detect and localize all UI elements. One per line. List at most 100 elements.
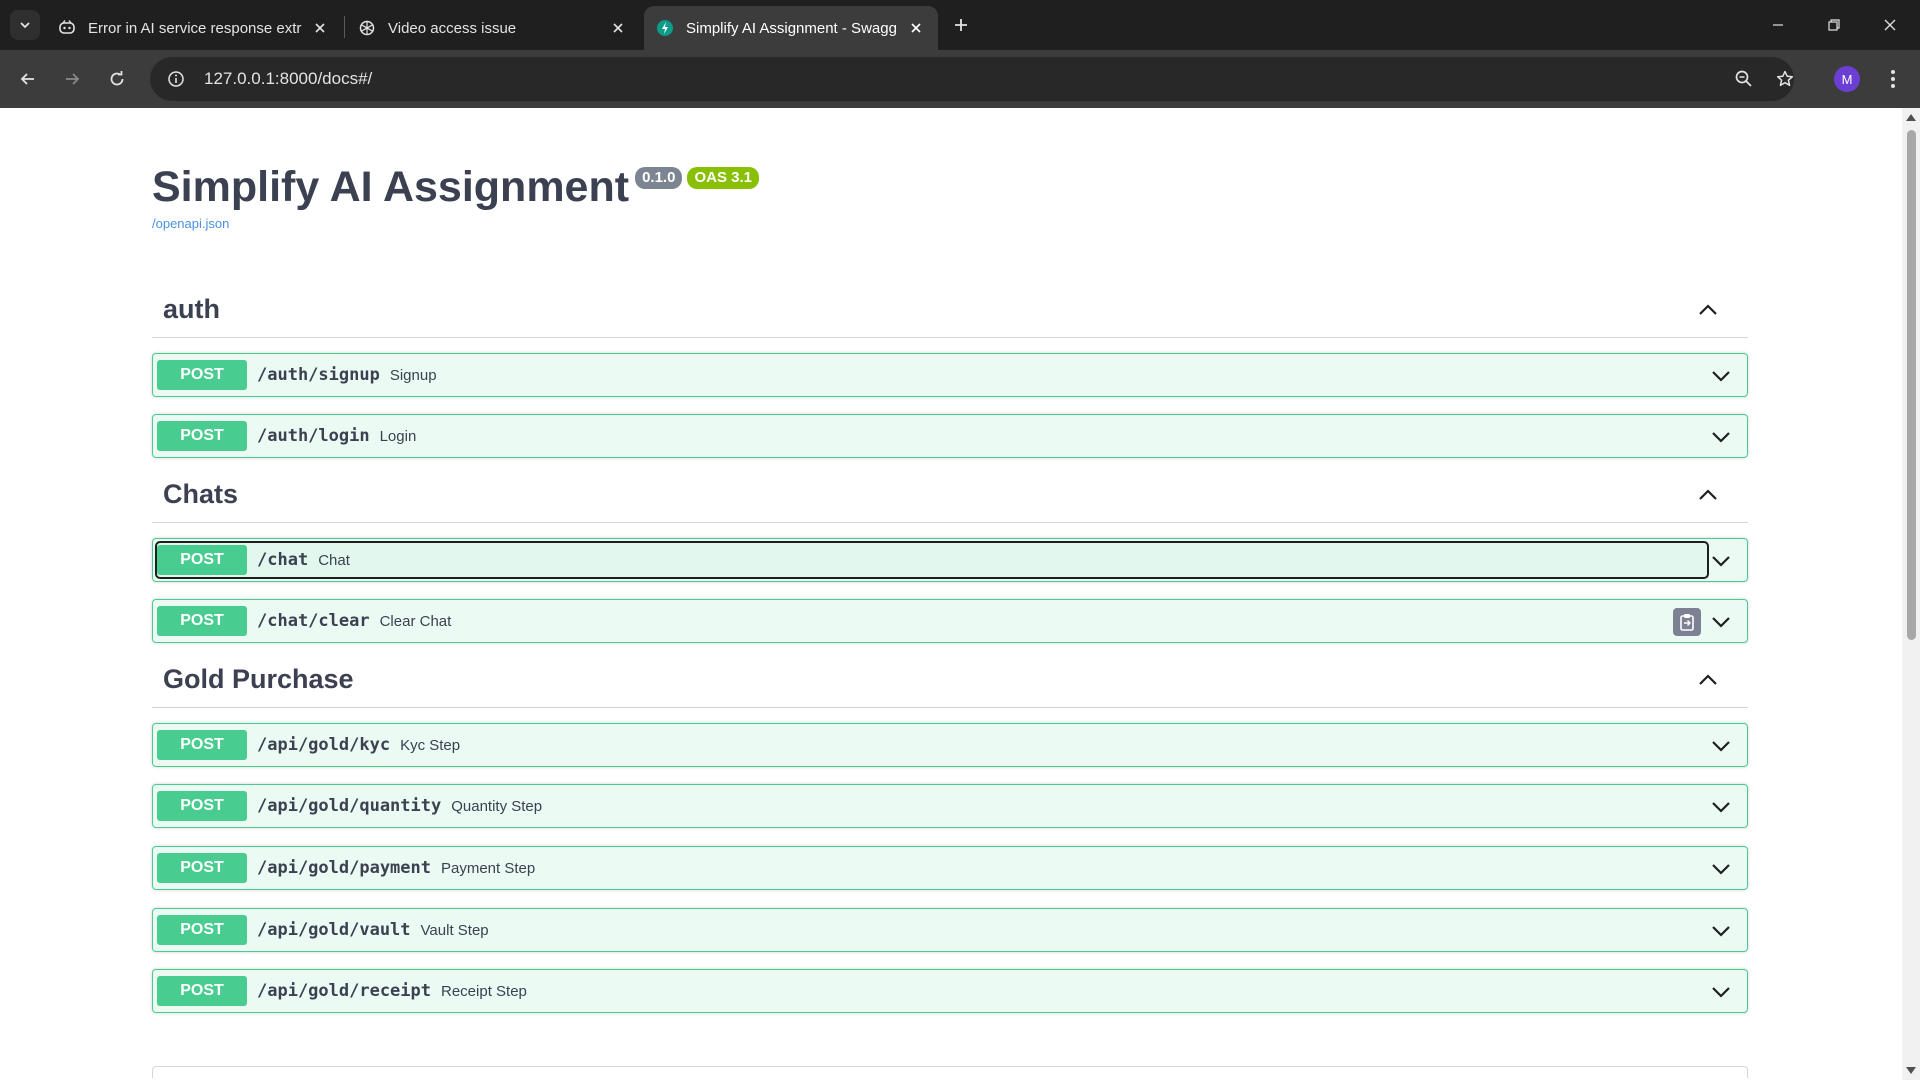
chevron-down-icon[interactable] [1709,795,1733,819]
tab-video-access[interactable]: Video access issue [346,6,640,50]
close-window-button[interactable] [1862,0,1918,50]
operation-gold-receipt[interactable]: POST /api/gold/receipt Receipt Step [152,969,1748,1013]
tab-swagger-docs[interactable]: Simplify AI Assignment - Swagg [644,6,938,50]
chevron-up-icon[interactable] [1696,668,1720,692]
tab-error-ai-service[interactable]: Error in AI service response extr [46,6,342,50]
page-scrollbar[interactable] [1902,108,1920,1080]
operation-summary-text: Receipt Step [441,982,527,1000]
operation-path: /api/gold/vault [257,920,411,940]
chevron-down-icon[interactable] [1709,425,1733,449]
swagger-page: Simplify AI Assignment 0.1.0 OAS 3.1 /op… [0,108,1902,1078]
operation-path: /chat [257,550,309,570]
tab-title: Video access issue [388,19,517,37]
new-tab-button[interactable] [948,12,974,38]
tag-header-gold-purchase[interactable]: Gold Purchase [152,652,1748,708]
operation-summary-text: Quantity Step [451,797,543,815]
chevron-down-icon[interactable] [1709,980,1733,1004]
operation-gold-payment[interactable]: POST /api/gold/payment Payment Step [152,846,1748,890]
method-badge: POST [157,791,247,821]
scroll-up-arrow[interactable] [1906,114,1916,121]
operation-summary-text: Login [379,427,417,445]
site-info-icon[interactable] [154,57,198,101]
scroll-thumb[interactable] [1907,130,1916,640]
scroll-down-arrow[interactable] [1906,1067,1916,1074]
minimize-button[interactable] [1750,0,1806,50]
tag-name: Chats [163,479,239,509]
operation-chat-clear[interactable]: POST /chat/clear Clear Chat [152,599,1748,643]
more-vert-icon [1891,70,1895,88]
tag-section-chats: Chats [152,467,1748,523]
tab-search-button[interactable] [10,10,40,40]
operation-summary[interactable]: POST /api/gold/quantity Quantity Step [157,789,1707,823]
tag-section-auth: auth [152,282,1748,338]
chevron-up-icon[interactable] [1696,298,1720,322]
operation-gold-kyc[interactable]: POST /api/gold/kyc Kyc Step [152,723,1748,767]
version-badge: 0.1.0 [635,167,683,189]
address-bar[interactable]: 127.0.0.1:8000/docs#/ [150,57,1794,101]
back-button[interactable] [12,63,44,95]
chevron-down-icon[interactable] [1709,919,1733,943]
method-badge: POST [157,730,247,760]
operation-summary[interactable]: POST /auth/signup Signup [157,358,1707,392]
chevron-down-icon[interactable] [1709,857,1733,881]
more-menu-button[interactable] [1878,64,1908,94]
api-title: Simplify AI Assignment [152,163,630,211]
operation-auth-signup[interactable]: POST /auth/signup Signup [152,353,1748,397]
method-badge: POST [157,976,247,1006]
clipboard-icon [1680,614,1694,631]
chevron-down-icon[interactable] [1709,610,1733,634]
operation-auth-login[interactable]: POST /auth/login Login [152,414,1748,458]
operation-summary-text: Signup [389,366,437,384]
tag-header-auth[interactable]: auth [152,282,1748,338]
reload-icon [110,71,124,86]
method-badge: POST [157,606,247,636]
method-badge: POST [157,853,247,883]
operation-chat[interactable]: POST /chat Chat [152,538,1748,582]
operation-summary-text: Clear Chat [379,612,452,630]
operation-gold-quantity[interactable]: POST /api/gold/quantity Quantity Step [152,784,1748,828]
close-icon[interactable] [310,18,330,38]
tag-name: auth [163,294,220,324]
chevron-up-icon[interactable] [1696,483,1720,507]
operation-summary[interactable]: POST /api/gold/receipt Receipt Step [157,974,1707,1008]
restore-button[interactable] [1806,0,1862,50]
chevron-down-icon[interactable] [1709,364,1733,388]
chevron-down-icon[interactable] [1709,549,1733,573]
operation-summary[interactable]: POST /api/gold/payment Payment Step [157,851,1707,885]
operation-path: /auth/login [257,426,370,446]
reload-button[interactable] [101,63,133,95]
chevron-down-icon [20,22,30,29]
zoom-icon[interactable] [1726,57,1762,101]
operation-path: /chat/clear [257,611,370,631]
operation-summary[interactable]: POST /auth/login Login [157,419,1707,453]
operation-summary[interactable]: POST /api/gold/vault Vault Step [157,913,1707,947]
operation-summary-text: Chat [318,551,350,569]
operation-path: /auth/signup [257,365,380,385]
close-icon[interactable] [608,18,628,38]
operation-gold-vault[interactable]: POST /api/gold/vault Vault Step [152,908,1748,952]
arrow-right-icon [66,73,80,85]
arrow-left-icon [20,73,34,85]
operation-summary[interactable]: POST /api/gold/kyc Kyc Step [157,728,1707,762]
tag-header-chats[interactable]: Chats [152,467,1748,523]
chevron-down-icon[interactable] [1709,734,1733,758]
copy-to-clipboard-button[interactable] [1673,608,1701,636]
operation-summary-text: Payment Step [441,859,536,877]
copilot-icon [58,19,76,37]
tab-separator [344,16,345,38]
openapi-json-link[interactable]: /openapi.json [152,216,229,231]
api-info-header: Simplify AI Assignment 0.1.0 OAS 3.1 [152,163,759,212]
operation-summary[interactable]: POST /chat/clear Clear Chat [157,604,1707,638]
forward-button[interactable] [56,63,88,95]
browser-toolbar: 127.0.0.1:8000/docs#/ M [0,50,1920,108]
operation-path: /api/gold/quantity [257,796,442,816]
bookmark-star-icon[interactable] [1767,57,1803,101]
method-badge: POST [157,421,247,451]
close-icon[interactable] [906,18,926,38]
profile-avatar[interactable]: M [1834,66,1860,92]
operation-path: /api/gold/receipt [257,981,431,1001]
tag-name: Gold Purchase [163,664,354,694]
tag-section-gold-purchase: Gold Purchase [152,652,1748,708]
operation-summary[interactable]: POST /chat Chat [155,541,1709,579]
operation-path: /api/gold/kyc [257,735,391,755]
